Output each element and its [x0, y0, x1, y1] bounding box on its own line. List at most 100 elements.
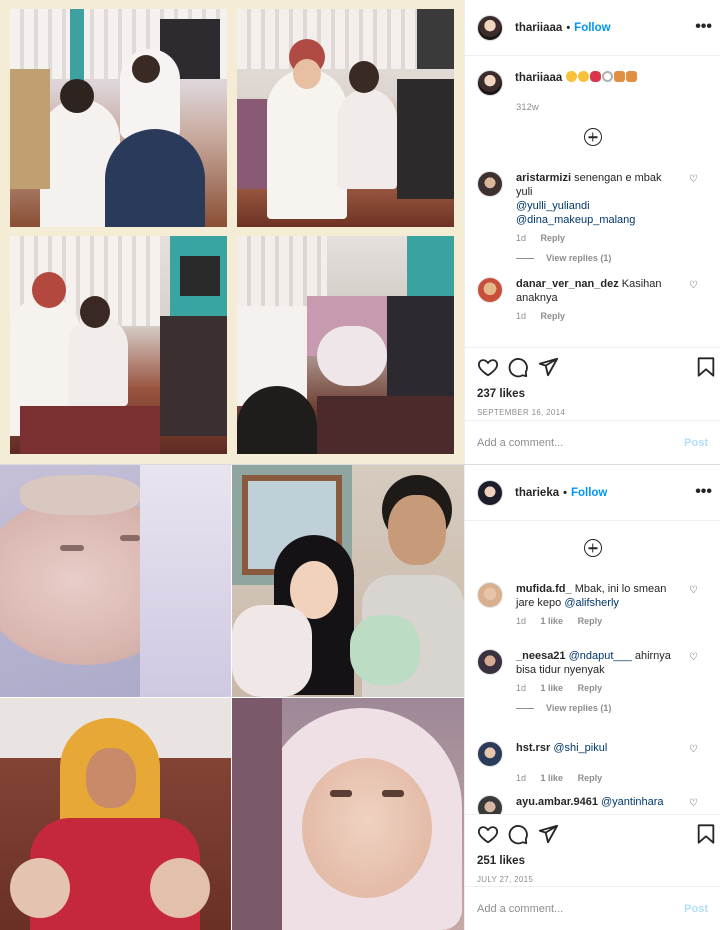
comment-icon[interactable] [507, 823, 529, 845]
bookmark-icon[interactable] [695, 823, 717, 845]
post-header: tharieka • Follow ••• [465, 465, 720, 521]
ring-emoji-icon [601, 71, 613, 82]
load-more-icon[interactable] [583, 539, 602, 557]
reply-button[interactable]: Reply [578, 616, 603, 626]
comment-like-icon[interactable]: ♡ [689, 652, 698, 663]
comment-like-count[interactable]: 1 like [541, 773, 564, 783]
comment-item: _neesa21 @ndaput___ ahirnya bisa tidur n… [477, 649, 712, 713]
comment-like-icon[interactable]: ♡ [689, 585, 698, 596]
follow-button[interactable]: Follow [574, 22, 610, 34]
comment-age: 1d [516, 773, 527, 783]
comment-username[interactable]: aristarmizi [516, 172, 571, 184]
comment-mention[interactable]: @alifsherly [564, 597, 619, 609]
kiss-emoji-icon [589, 71, 601, 82]
post-1-photo-collage[interactable] [0, 0, 464, 464]
comment-item: mufida.fd_ Mbak, ini lo smean jare kepo … [477, 582, 712, 626]
post-date: SEPTEMBER 16, 2014 [477, 408, 566, 417]
post-actions: 237 likes SEPTEMBER 16, 2014 [465, 347, 720, 417]
comment-avatar[interactable] [477, 795, 503, 815]
post-date: JULY 27, 2015 [477, 875, 534, 884]
post-2: tharieka • Follow ••• mufida.fd_ Mbak, i… [0, 465, 720, 930]
caption-timestamp: 312w [516, 102, 539, 113]
reply-button[interactable]: Reply [541, 311, 566, 321]
comment-username[interactable]: mufida.fd_ [516, 583, 572, 595]
comment-age: 1d [516, 233, 527, 243]
comment-avatar[interactable] [477, 649, 503, 675]
comment-age: 1d [516, 616, 527, 626]
heart-icon[interactable] [477, 823, 499, 845]
grandmother-photo [0, 698, 231, 930]
reply-button[interactable]: Reply [578, 773, 603, 783]
wedding-photo-1 [10, 9, 227, 227]
baby-photo-1 [0, 465, 231, 697]
post-header: thariiaaa • Follow ••• [465, 0, 720, 56]
comment-input[interactable]: Add a comment... [477, 437, 563, 449]
like-count[interactable]: 237 likes [477, 388, 708, 400]
caption-emoji-text: 😊 😊 💋 💍 💑 💑 [565, 71, 638, 84]
more-icon[interactable]: ••• [695, 483, 712, 501]
comment-mention[interactable]: @ndaput___ [569, 650, 632, 662]
comment-username[interactable]: hst.rsr [516, 742, 550, 754]
view-replies-button[interactable]: View replies (1) [516, 703, 712, 713]
view-replies-button[interactable]: View replies (1) [516, 253, 712, 263]
comment-item: danar_ver_nan_dez Kasihan anaknya ♡ 1d R… [477, 277, 712, 321]
family-selfie-photo [232, 465, 464, 697]
comment-username[interactable]: ayu.ambar.9461 [516, 796, 598, 808]
comment-avatar[interactable] [477, 277, 503, 303]
comment-like-count[interactable]: 1 like [541, 683, 564, 693]
wedding-photo-2 [237, 9, 454, 227]
comment-like-icon[interactable]: ♡ [689, 280, 698, 291]
comment-item: aristarmizi senengan e mbak yuli @yulli_… [477, 171, 712, 263]
load-more-icon[interactable] [583, 128, 602, 146]
more-icon[interactable]: ••• [695, 18, 712, 36]
comment-input[interactable]: Add a comment... [477, 903, 563, 915]
comment-mention[interactable]: @dina_makeup_malang [516, 214, 635, 226]
heart-icon[interactable] [477, 356, 499, 378]
follow-button[interactable]: Follow [571, 487, 607, 499]
post-2-panel: tharieka • Follow ••• mufida.fd_ Mbak, i… [464, 465, 720, 930]
comment-mention[interactable]: @yulli_yuliandi [516, 200, 590, 212]
share-icon[interactable] [537, 823, 559, 845]
baby-photo-2 [232, 698, 464, 930]
comment-like-icon[interactable]: ♡ [689, 744, 698, 755]
post-2-photo-collage[interactable] [0, 465, 464, 930]
avatar[interactable] [477, 479, 503, 506]
comment-avatar[interactable] [477, 741, 503, 767]
comment-username[interactable]: danar_ver_nan_dez [516, 278, 619, 290]
wedding-photo-3 [10, 236, 227, 454]
wedding-photo-4 [237, 236, 454, 454]
like-count[interactable]: 251 likes [477, 855, 708, 867]
username[interactable]: thariiaaa [515, 22, 562, 34]
comment-mention[interactable]: @yantinhara [601, 796, 664, 808]
post-actions: 251 likes JULY 27, 2015 [465, 814, 720, 884]
post-1-panel: thariiaaa • Follow ••• thariiaaa 😊 😊 💋 💍… [464, 0, 720, 464]
reply-button[interactable]: Reply [541, 233, 566, 243]
couple-emoji-icon [625, 71, 637, 82]
comment-avatar[interactable] [477, 171, 503, 197]
post-1: thariiaaa • Follow ••• thariiaaa 😊 😊 💋 💍… [0, 0, 720, 465]
caption-username[interactable]: thariiaaa [515, 72, 562, 84]
comment-like-icon[interactable]: ♡ [689, 798, 698, 809]
reply-button[interactable]: Reply [578, 683, 603, 693]
caption-avatar[interactable] [477, 70, 503, 96]
couple-emoji-icon [613, 71, 625, 82]
comment-item: hst.rsr @shi_pikul ♡ 1d 1 like Reply [477, 741, 712, 783]
add-comment-bar: Add a comment... Post [465, 420, 720, 464]
bookmark-icon[interactable] [695, 356, 717, 378]
comment-age: 1d [516, 683, 527, 693]
comment-age: 1d [516, 311, 527, 321]
smile-emoji-icon [565, 71, 577, 82]
comment-icon[interactable] [507, 356, 529, 378]
comment-like-icon[interactable]: ♡ [689, 174, 698, 185]
add-comment-bar: Add a comment... Post [465, 886, 720, 930]
comment-mention[interactable]: @shi_pikul [553, 742, 607, 754]
comment-avatar[interactable] [477, 582, 503, 608]
post-button[interactable]: Post [684, 437, 708, 449]
share-icon[interactable] [537, 356, 559, 378]
comment-like-count[interactable]: 1 like [541, 616, 564, 626]
post-button[interactable]: Post [684, 903, 708, 915]
comment-username[interactable]: _neesa21 [516, 650, 566, 662]
caption: thariiaaa 😊 😊 💋 💍 💑 💑 312w [477, 70, 708, 113]
username[interactable]: tharieka [515, 487, 559, 499]
avatar[interactable] [477, 14, 503, 41]
